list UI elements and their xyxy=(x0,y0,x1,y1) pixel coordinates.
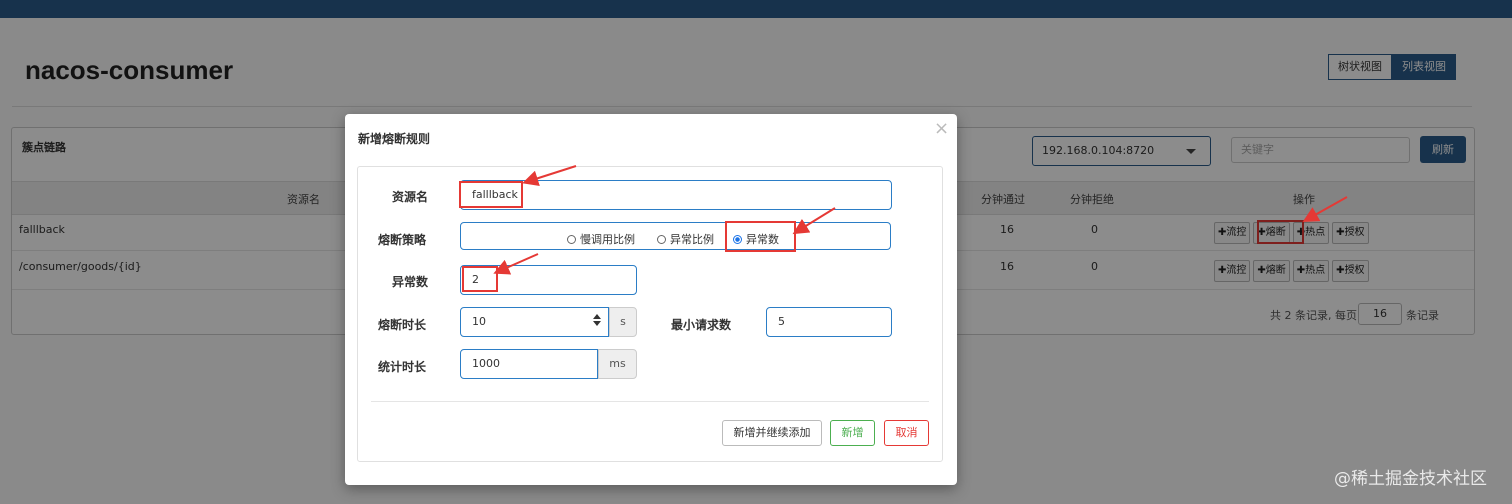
arrow-icon xyxy=(1302,196,1348,222)
arrow-icon xyxy=(493,253,539,275)
arrow-icon xyxy=(792,207,836,235)
watermark: @稀土掘金技术社区 xyxy=(1334,469,1487,489)
arrow-icon xyxy=(522,165,577,186)
annotation-arrows xyxy=(493,165,1348,275)
